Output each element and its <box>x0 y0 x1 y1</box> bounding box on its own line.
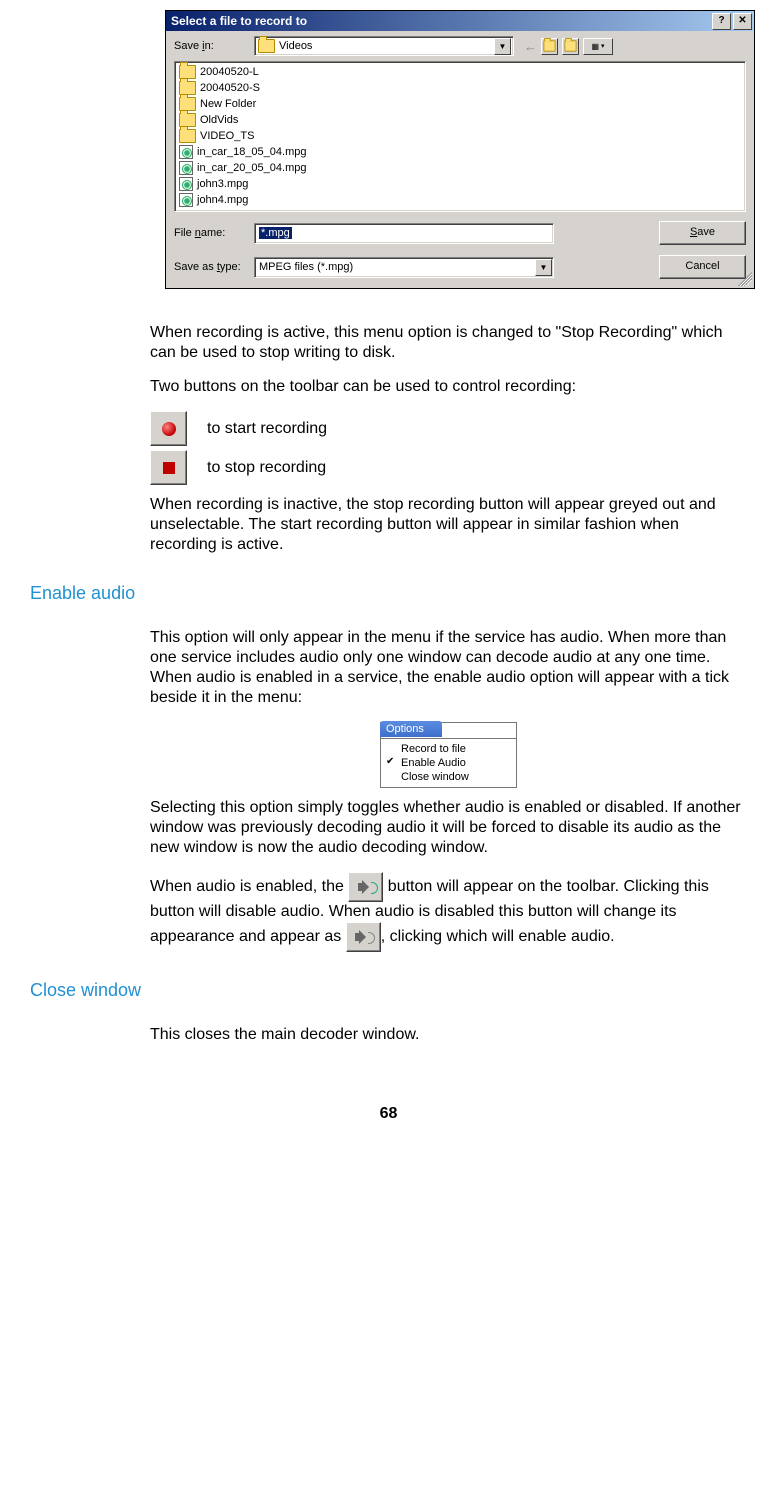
heading-enable-audio: Enable audio <box>30 583 747 604</box>
file-name: in_car_20_05_04.mpg <box>197 162 306 174</box>
paragraph: When recording is inactive, the stop rec… <box>150 495 747 555</box>
paragraph: This closes the main decoder window. <box>150 1025 747 1045</box>
file-item[interactable]: john4.mpg <box>179 192 306 208</box>
options-menu-figure: Options Record to fileEnable AudioClose … <box>380 722 517 788</box>
view-menu-icon[interactable]: ▦▾ <box>583 38 613 55</box>
paragraph: Selecting this option simply toggles whe… <box>150 798 747 858</box>
file-name: in_car_18_05_04.mpg <box>197 146 306 158</box>
speaker-on-icon[interactable] <box>348 872 383 902</box>
file-item[interactable]: OldVids <box>179 112 306 128</box>
cancel-button[interactable]: Cancel <box>659 255 746 279</box>
file-name: VIDEO_TS <box>200 130 254 142</box>
save-in-row: Save in: Videos ▼ ← ▦▾ <box>166 31 754 61</box>
save-button[interactable]: Save <box>659 221 746 245</box>
paragraph: When recording is active, this menu opti… <box>150 323 747 363</box>
folder-icon <box>258 39 275 53</box>
file-item[interactable]: 20040520-L <box>179 64 306 80</box>
file-item[interactable]: VIDEO_TS <box>179 128 306 144</box>
save-in-combo[interactable]: Videos ▼ <box>254 36 514 56</box>
folder-icon <box>179 97 196 111</box>
resize-grip-icon[interactable] <box>738 272 752 286</box>
folder-icon <box>179 65 196 79</box>
dialog-title: Select a file to record to <box>171 14 712 28</box>
up-folder-icon[interactable] <box>541 38 558 55</box>
file-name: OldVids <box>200 114 238 126</box>
filetype-label: Save as type: <box>174 261 254 273</box>
paragraph: Two buttons on the toolbar can be used t… <box>150 377 747 397</box>
record-icon[interactable] <box>150 411 187 446</box>
start-recording-label: to start recording <box>207 420 327 438</box>
filetype-value: MPEG files (*.mpg) <box>259 261 353 273</box>
chevron-down-icon[interactable]: ▼ <box>535 259 552 276</box>
file-item[interactable]: New Folder <box>179 96 306 112</box>
file-name: 20040520-S <box>200 82 260 94</box>
file-name: New Folder <box>200 98 256 110</box>
file-item[interactable]: 20040520-S <box>179 80 306 96</box>
mpg-file-icon <box>179 145 193 159</box>
file-item[interactable]: in_car_20_05_04.mpg <box>179 160 306 176</box>
filetype-row: Save as type: MPEG files (*.mpg) ▼ Cance… <box>166 250 754 284</box>
save-dialog: Select a file to record to ? ✕ Save in: … <box>165 10 755 289</box>
chevron-down-icon[interactable]: ▼ <box>494 38 511 55</box>
mpg-file-icon <box>179 177 193 191</box>
nav-icons: ← ▦▾ <box>524 38 613 55</box>
filename-row: File name: *.mpg Save <box>166 216 754 250</box>
new-folder-icon[interactable] <box>562 38 579 55</box>
dialog-titlebar: Select a file to record to ? ✕ <box>166 11 754 31</box>
mpg-file-icon <box>179 161 193 175</box>
filename-label: File name: <box>174 227 254 239</box>
filetype-combo[interactable]: MPEG files (*.mpg) ▼ <box>254 257 554 278</box>
page-number: 68 <box>0 1105 777 1123</box>
stop-recording-row: to stop recording <box>150 450 747 485</box>
paragraph: This option will only appear in the menu… <box>150 628 747 708</box>
stop-icon[interactable] <box>150 450 187 485</box>
file-list[interactable]: 20040520-L 20040520-S New Folder OldVids VID… <box>174 61 746 212</box>
back-icon[interactable]: ← <box>524 39 537 54</box>
help-button[interactable]: ? <box>712 13 731 30</box>
mpg-file-icon <box>179 193 193 207</box>
file-name: john3.mpg <box>197 178 248 190</box>
close-button[interactable]: ✕ <box>733 13 752 30</box>
file-name: 20040520-L <box>200 66 259 78</box>
speaker-off-icon[interactable] <box>346 922 381 952</box>
filename-input[interactable]: *.mpg <box>254 223 554 244</box>
options-tab[interactable]: Options <box>380 721 442 737</box>
heading-close-window: Close window <box>30 980 747 1001</box>
save-in-label: Save in: <box>174 40 254 52</box>
folder-icon <box>179 113 196 127</box>
stop-recording-label: to stop recording <box>207 459 326 477</box>
filename-value: *.mpg <box>259 227 292 239</box>
file-item[interactable]: john3.mpg <box>179 176 306 192</box>
start-recording-row: to start recording <box>150 411 747 446</box>
menu-item[interactable]: Close window <box>383 770 514 784</box>
menu-item[interactable]: Enable Audio <box>383 756 514 770</box>
folder-icon <box>179 81 196 95</box>
paragraph-audio-btn: When audio is enabled, the button will a… <box>150 872 747 952</box>
file-item[interactable]: in_car_18_05_04.mpg <box>179 144 306 160</box>
file-name: john4.mpg <box>197 194 248 206</box>
menu-item[interactable]: Record to file <box>383 742 514 756</box>
folder-icon <box>179 129 196 143</box>
save-in-value: Videos <box>279 40 494 52</box>
